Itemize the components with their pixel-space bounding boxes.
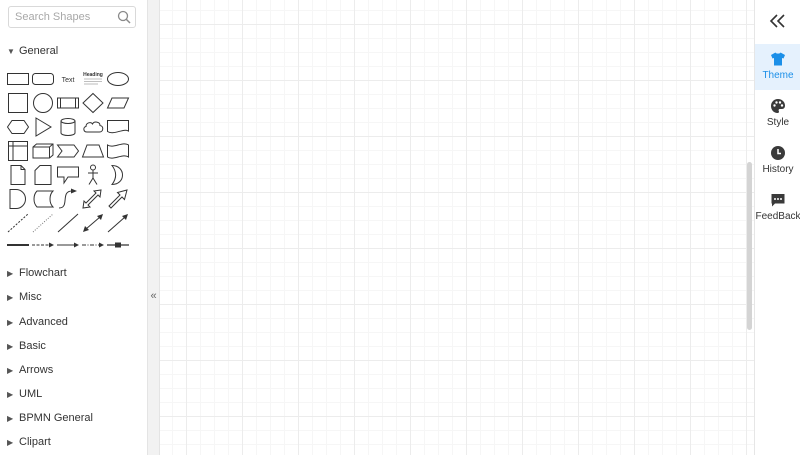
canvas-vertical-scrollbar[interactable] [747,162,752,330]
feedback-tab[interactable]: FeedBack [755,185,800,231]
curve-connector-shape[interactable] [56,188,80,210]
section-label: Basic [19,340,46,352]
section-misc[interactable]: ▶ Misc [0,289,147,307]
section-flowchart[interactable]: ▶ Flowchart [0,265,147,283]
diamond-shape[interactable] [81,92,105,114]
cube-shape[interactable] [31,140,55,162]
theme-tab-label: Theme [762,70,794,81]
feedback-tab-label: FeedBack [755,211,800,222]
line-shape[interactable] [56,212,80,234]
bidirectional-arrow-shape[interactable] [81,188,105,210]
section-basic[interactable]: ▶ Basic [0,338,147,356]
section-label: BPMN General [19,412,93,424]
heading-textbox-shape[interactable]: Heading [81,68,105,90]
feedback-icon [771,194,785,207]
caret-right-icon: ▶ [7,390,14,399]
caret-right-icon: ▶ [7,414,14,423]
caret-right-icon: ▶ [7,318,14,327]
palette-icon [771,99,785,113]
text-shape[interactable]: Text [56,68,80,90]
sidebar-splitter[interactable] [147,0,160,455]
note-shape[interactable] [6,164,30,186]
cloud-shape[interactable] [81,116,105,138]
bidirectional-connector-shape[interactable] [81,212,105,234]
caret-right-icon: ▶ [7,342,14,351]
step-shape[interactable] [56,140,80,162]
section-label: Arrows [19,364,54,376]
actor-shape[interactable] [81,164,105,186]
arrow-shape[interactable] [106,188,130,210]
arrow-line-shape[interactable] [56,234,80,256]
caret-right-icon: ▶ [7,438,14,447]
dashed-line-shape[interactable] [6,212,30,234]
shapes-sidebar: ▼ General Text Heading [0,0,147,455]
data-storage-shape[interactable] [31,188,55,210]
thick-line-shape[interactable] [6,234,30,256]
delay-shape[interactable] [6,188,30,210]
trapezoid-shape[interactable] [81,140,105,162]
text-shape-label: Text [62,77,75,84]
section-label: Advanced [19,316,68,328]
history-tab-label: History [762,164,794,175]
search-box [8,6,136,28]
card-shape[interactable] [31,164,55,186]
ellipse-shape[interactable] [106,68,130,90]
section-bpmn-general[interactable]: ▶ BPMN General [0,410,147,428]
cylinder-shape[interactable] [56,116,80,138]
callout-shape[interactable] [56,164,80,186]
diagram-canvas[interactable] [160,0,754,455]
square-shape[interactable] [6,92,30,114]
style-tab-label: Style [766,117,790,128]
parallelogram-shape[interactable] [106,92,130,114]
circle-shape[interactable] [31,92,55,114]
search-icon[interactable] [117,10,131,24]
section-arrows[interactable]: ▶ Arrows [0,362,147,380]
general-shapes-palette: Text Heading [6,68,134,256]
caret-right-icon: ▶ [7,366,14,375]
dotted-line-shape[interactable] [31,212,55,234]
section-clipart[interactable]: ▶ Clipart [0,434,147,452]
section-label: Misc [19,291,42,303]
collapse-sidebar-button[interactable]: « [148,289,159,303]
heading-shape-label: Heading [83,72,103,78]
format-panel: Theme Style History FeedBack [754,0,800,455]
section-uml[interactable]: ▶ UML [0,386,147,404]
caret-right-icon: ▶ [7,293,14,302]
caret-down-icon: ▼ [7,47,15,56]
section-label: General [19,45,59,57]
style-tab[interactable]: Style [755,91,800,137]
link-connector-shape[interactable] [106,234,130,256]
double-chevron-left-icon[interactable] [769,12,787,30]
tape-shape[interactable] [106,140,130,162]
rectangle-shape[interactable] [6,68,30,90]
theme-tab[interactable]: Theme [755,44,800,90]
directional-connector-shape[interactable] [106,212,130,234]
section-label: Flowchart [19,267,67,279]
dash-dot-arrow-line-shape[interactable] [81,234,105,256]
section-advanced[interactable]: ▶ Advanced [0,314,147,332]
triangle-shape[interactable] [31,116,55,138]
history-tab[interactable]: History [755,138,800,184]
section-label: Clipart [19,436,51,448]
dashed-arrow-line-shape[interactable] [31,234,55,256]
process-shape[interactable] [56,92,80,114]
tshirt-icon [771,52,785,66]
section-general[interactable]: ▼ General [0,43,147,61]
clock-icon [771,146,785,160]
or-shape[interactable] [106,164,130,186]
hexagon-shape[interactable] [6,116,30,138]
search-input[interactable] [9,7,119,27]
document-shape[interactable] [106,116,130,138]
section-label: UML [19,388,43,400]
internal-storage-shape[interactable] [6,140,30,162]
caret-right-icon: ▶ [7,269,14,278]
rounded-rectangle-shape[interactable] [31,68,55,90]
